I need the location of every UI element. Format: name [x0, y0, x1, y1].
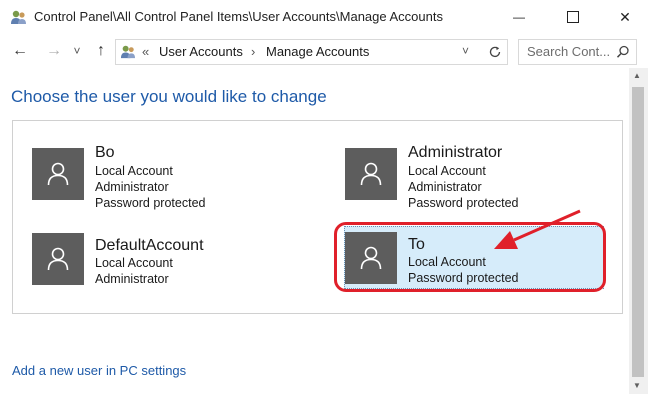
- breadcrumb-separator: ›: [251, 44, 256, 59]
- account-type: Local Account: [95, 164, 173, 178]
- scrollbar-thumb[interactable]: [632, 87, 644, 377]
- back-arrow-icon: ←: [12, 42, 28, 59]
- page-title: Choose the user you would like to change: [11, 87, 327, 106]
- user-silhouette-icon: [345, 148, 397, 200]
- breadcrumb-overflow[interactable]: «: [142, 44, 149, 59]
- account-role: Administrator: [95, 272, 169, 286]
- close-button[interactable]: ✕: [602, 0, 648, 34]
- back-button[interactable]: ←: [10, 42, 30, 60]
- forward-arrow-icon: →: [46, 42, 62, 59]
- window-title: Control Panel\All Control Panel Items\Us…: [34, 9, 443, 24]
- control-panel-users-icon: [120, 44, 136, 59]
- scroll-up-icon[interactable]: ▲: [633, 71, 641, 80]
- user-silhouette-icon: [32, 233, 84, 285]
- search-input[interactable]: Search Cont...: [518, 39, 637, 65]
- address-history-chevron-icon[interactable]: ˅: [462, 44, 469, 58]
- breadcrumb-user-accounts[interactable]: User Accounts: [159, 44, 243, 59]
- user-silhouette-icon: [32, 148, 84, 200]
- up-button[interactable]: ↑: [91, 42, 111, 60]
- chevron-down-icon: ˅: [73, 44, 81, 58]
- scroll-down-icon[interactable]: ▼: [633, 381, 641, 390]
- account-role: Administrator: [408, 180, 482, 194]
- account-type: Local Account: [408, 164, 486, 178]
- minimize-button[interactable]: —: [496, 0, 542, 34]
- account-name: Administrator: [408, 144, 503, 161]
- close-icon: ✕: [619, 8, 631, 25]
- maximize-button[interactable]: [550, 0, 596, 34]
- minimize-icon: —: [513, 10, 525, 24]
- recent-locations-button[interactable]: ˅: [70, 42, 84, 60]
- account-tile-defaultaccount[interactable]: DefaultAccount Local Account Administrat…: [32, 233, 302, 301]
- breadcrumb-manage-accounts[interactable]: Manage Accounts: [266, 44, 369, 59]
- refresh-icon: [489, 46, 501, 58]
- account-name: DefaultAccount: [95, 237, 204, 254]
- add-new-user-link[interactable]: Add a new user in PC settings: [12, 363, 186, 378]
- account-type: Local Account: [95, 256, 173, 270]
- control-panel-users-icon: [10, 9, 27, 25]
- up-arrow-icon: ↑: [97, 42, 105, 59]
- refresh-button[interactable]: [483, 39, 508, 65]
- search-icon[interactable]: [616, 45, 630, 59]
- annotation-arrow-icon: [494, 209, 581, 249]
- account-name: Bo: [95, 144, 115, 161]
- address-bar[interactable]: « User Accounts › Manage Accounts ˅: [115, 39, 485, 65]
- search-placeholder: Search Cont...: [527, 44, 611, 59]
- maximize-icon: [567, 11, 579, 23]
- account-role: Administrator: [95, 180, 169, 194]
- forward-button[interactable]: →: [44, 42, 64, 60]
- account-tile-bo[interactable]: Bo Local Account Administrator Password …: [32, 144, 302, 216]
- account-password-status: Password protected: [95, 196, 206, 210]
